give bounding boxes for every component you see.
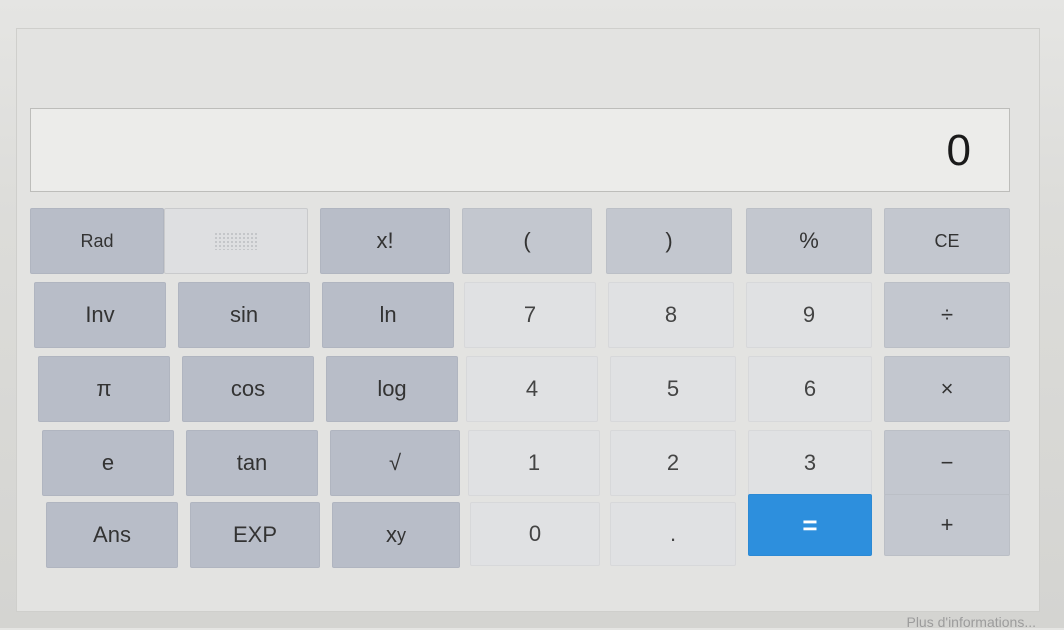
digit-5-button[interactable]: 5: [610, 356, 736, 422]
multiply-button[interactable]: ×: [884, 356, 1010, 422]
digit-8-button[interactable]: 8: [608, 282, 734, 348]
power-base-label: x: [386, 522, 397, 547]
right-paren-button[interactable]: ): [606, 208, 732, 274]
log-button[interactable]: log: [326, 356, 458, 422]
digit-1-button[interactable]: 1: [468, 430, 600, 496]
deg-toggle-button[interactable]: [164, 208, 308, 274]
digit-9-button[interactable]: 9: [746, 282, 872, 348]
cos-button[interactable]: cos: [182, 356, 314, 422]
equals-button[interactable]: =: [748, 494, 872, 556]
minus-button[interactable]: −: [884, 430, 1010, 496]
digit-7-button[interactable]: 7: [464, 282, 596, 348]
clear-entry-button[interactable]: CE: [884, 208, 1010, 274]
e-constant-button[interactable]: e: [42, 430, 174, 496]
digit-3-button[interactable]: 3: [748, 430, 872, 496]
percent-button[interactable]: %: [746, 208, 872, 274]
digit-4-button[interactable]: 4: [466, 356, 598, 422]
inverse-button[interactable]: Inv: [34, 282, 166, 348]
power-exponent-label: y: [397, 524, 406, 545]
calculator-display: 0: [30, 108, 1010, 192]
digit-0-button[interactable]: 0: [470, 502, 600, 566]
power-button[interactable]: xy: [332, 502, 460, 568]
digit-2-button[interactable]: 2: [610, 430, 736, 496]
ln-button[interactable]: ln: [322, 282, 454, 348]
pi-button[interactable]: π: [38, 356, 170, 422]
exp-button[interactable]: EXP: [190, 502, 320, 568]
sin-button[interactable]: sin: [178, 282, 310, 348]
dotted-placeholder-icon: [214, 232, 258, 250]
square-root-button[interactable]: √: [330, 430, 460, 496]
display-value: 0: [946, 126, 971, 175]
divide-button[interactable]: ÷: [884, 282, 1010, 348]
left-paren-button[interactable]: (: [462, 208, 592, 274]
plus-button[interactable]: +: [884, 494, 1010, 556]
digit-6-button[interactable]: 6: [748, 356, 872, 422]
tan-button[interactable]: tan: [186, 430, 318, 496]
rad-toggle-button[interactable]: Rad: [30, 208, 164, 274]
factorial-button[interactable]: x!: [320, 208, 450, 274]
answer-button[interactable]: Ans: [46, 502, 178, 568]
decimal-point-button[interactable]: .: [610, 502, 736, 566]
